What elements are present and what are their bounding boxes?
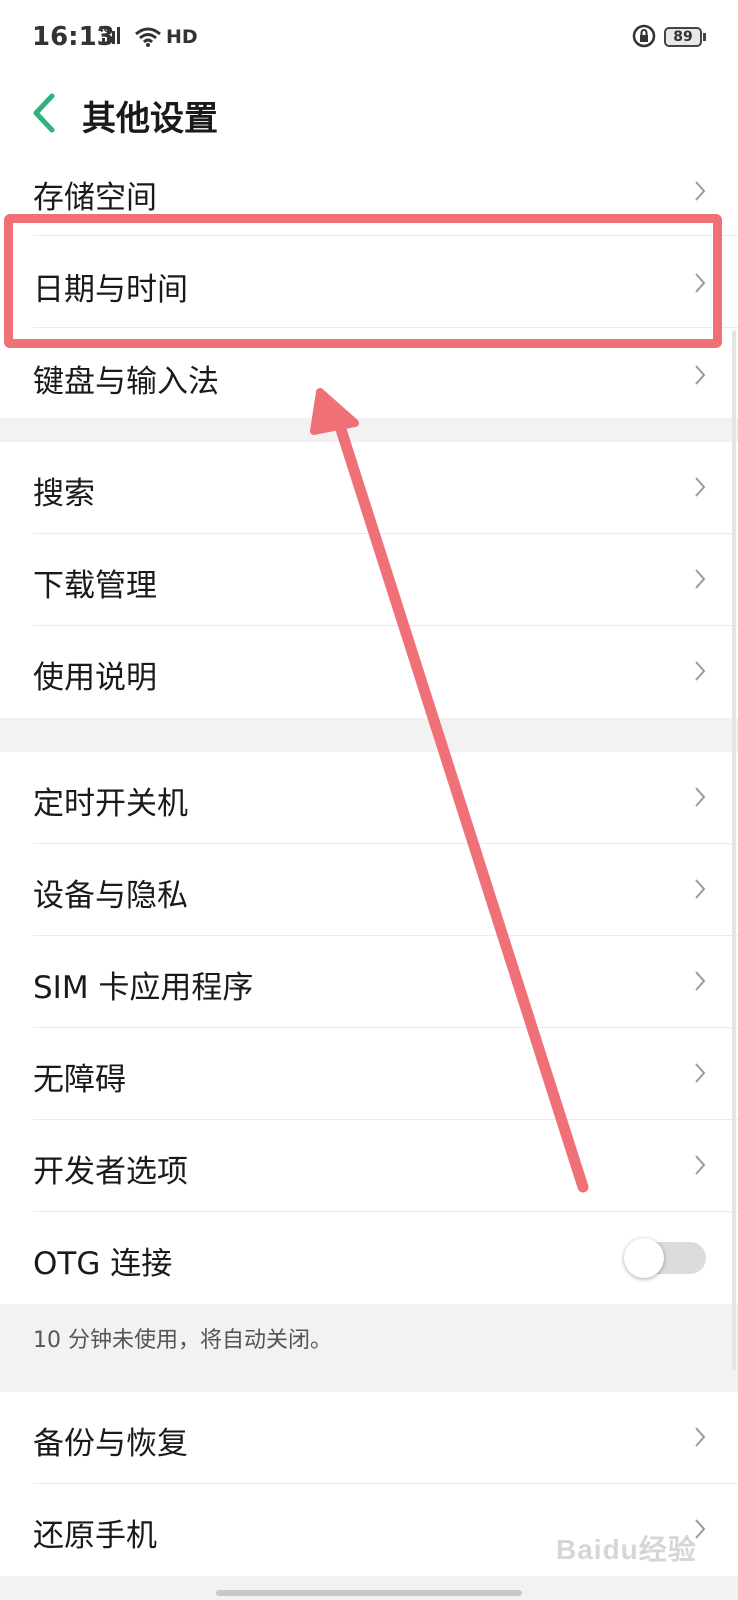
chevron-right-icon — [695, 1063, 706, 1083]
settings-item-label: 存储空间 — [33, 180, 157, 216]
settings-item-instructions[interactable]: 使用说明 — [0, 626, 738, 718]
battery-level: 89 — [673, 29, 693, 45]
settings-item-label: 备份与恢复 — [33, 1426, 188, 1462]
settings-item-date-time[interactable]: 日期与时间 — [0, 236, 738, 328]
chevron-right-icon — [695, 1427, 706, 1447]
settings-item-otg: OTG 连接 — [0, 1212, 738, 1304]
chevron-right-icon — [695, 1155, 706, 1175]
battery-tip — [703, 33, 706, 41]
chevron-right-icon — [695, 787, 706, 807]
toggle-knob — [624, 1238, 664, 1278]
signal-icon: 4G — [98, 25, 120, 44]
settings-item-label: OTG 连接 — [33, 1246, 173, 1282]
settings-group-2: 搜索 下载管理 使用说明 — [0, 442, 738, 718]
settings-item-accessibility[interactable]: 无障碍 — [0, 1028, 738, 1120]
chevron-right-icon — [695, 477, 706, 497]
baidu-watermark: Baidu经验 — [556, 1534, 697, 1565]
settings-group-3: 定时开关机 设备与隐私 SIM 卡应用程序 无障碍 开发者选项 OTG 连接 — [0, 752, 738, 1304]
settings-item-scheduled-power[interactable]: 定时开关机 — [0, 752, 738, 844]
settings-item-label: 使用说明 — [33, 660, 157, 696]
chevron-right-icon — [695, 971, 706, 991]
settings-item-label: SIM 卡应用程序 — [33, 970, 254, 1006]
settings-item-device-privacy[interactable]: 设备与隐私 — [0, 844, 738, 936]
settings-item-backup[interactable]: 备份与恢复 — [0, 1392, 738, 1484]
wifi-icon — [135, 27, 161, 47]
scrollbar[interactable] — [732, 330, 736, 1370]
back-button[interactable] — [26, 84, 66, 142]
otg-note: 10 分钟未使用，将自动关闭。 — [33, 1328, 332, 1353]
hd-icon: HD — [166, 26, 198, 48]
settings-item-keyboard[interactable]: 键盘与输入法 — [0, 328, 738, 418]
chevron-right-icon — [695, 365, 706, 385]
battery-icon: 89 — [664, 27, 702, 47]
otg-toggle[interactable] — [624, 1238, 706, 1278]
chevron-right-icon — [695, 879, 706, 899]
settings-item-label: 还原手机 — [33, 1518, 157, 1554]
network-type: 4G — [98, 25, 110, 34]
settings-item-label: 设备与隐私 — [33, 878, 188, 914]
settings-item-download[interactable]: 下载管理 — [0, 534, 738, 626]
page-title: 其他设置 — [82, 99, 218, 139]
settings-item-storage[interactable]: 存储空间 — [0, 150, 738, 236]
settings-group-1: 存储空间 日期与时间 键盘与输入法 — [0, 150, 738, 418]
chevron-right-icon — [695, 181, 706, 201]
settings-item-label: 键盘与输入法 — [33, 364, 219, 400]
chevron-left-icon — [33, 93, 55, 133]
status-bar: 16:13 4G HD 89 — [0, 0, 738, 76]
settings-item-label: 开发者选项 — [33, 1154, 188, 1190]
settings-item-label: 无障碍 — [33, 1062, 126, 1098]
chevron-right-icon — [695, 569, 706, 589]
settings-item-search[interactable]: 搜索 — [0, 442, 738, 534]
settings-item-label: 日期与时间 — [33, 272, 188, 308]
app-header: 其他设置 — [0, 76, 738, 153]
settings-item-label: 下载管理 — [33, 568, 157, 604]
home-indicator[interactable] — [216, 1590, 522, 1596]
chevron-right-icon — [695, 661, 706, 681]
settings-item-label: 定时开关机 — [33, 786, 188, 822]
chevron-right-icon — [695, 273, 706, 293]
settings-item-sim-apps[interactable]: SIM 卡应用程序 — [0, 936, 738, 1028]
rotation-lock-icon — [632, 24, 656, 48]
settings-item-label: 搜索 — [33, 476, 95, 512]
settings-item-developer-options[interactable]: 开发者选项 — [0, 1120, 738, 1212]
